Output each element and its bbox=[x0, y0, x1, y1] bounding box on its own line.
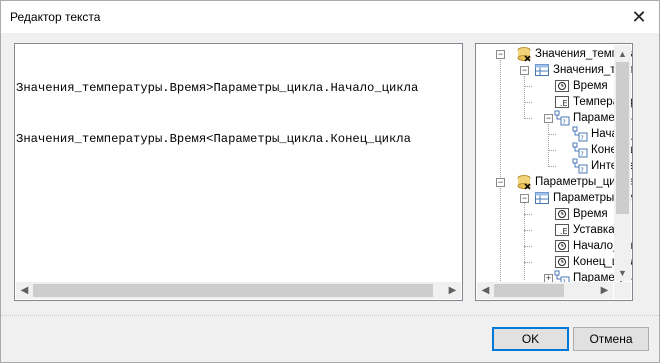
svg-text:.E: .E bbox=[560, 99, 568, 108]
close-icon: ✕ bbox=[631, 6, 647, 27]
close-button[interactable]: ✕ bbox=[629, 7, 649, 27]
scroll-down-icon[interactable]: ▼ bbox=[614, 264, 631, 281]
cancel-button[interactable]: Отмена bbox=[573, 327, 649, 351]
text-editor-dialog: Редактор текста ✕ Значения_температуры.В… bbox=[0, 0, 660, 363]
svg-text:.E: .E bbox=[560, 227, 568, 236]
scroll-left-icon[interactable]: ◀ bbox=[477, 282, 494, 299]
scrollbar-thumb[interactable] bbox=[33, 284, 433, 297]
svg-text:?: ? bbox=[581, 167, 584, 174]
svg-text:?: ? bbox=[563, 119, 566, 126]
title-bar: Редактор текста ✕ bbox=[1, 1, 659, 33]
table-icon bbox=[535, 64, 549, 76]
collapse-icon[interactable]: − bbox=[520, 66, 529, 75]
reference-icon: ? bbox=[572, 142, 588, 158]
field-icon: .E bbox=[555, 224, 569, 236]
ok-button[interactable]: OK bbox=[492, 327, 569, 351]
dialog-title: Редактор текста bbox=[10, 10, 101, 24]
scroll-left-icon[interactable]: ◀ bbox=[16, 282, 33, 299]
clock-icon bbox=[555, 240, 569, 252]
tree-node[interactable]: .E Уставка bbox=[554, 222, 615, 238]
expression-editor[interactable]: Значения_температуры.Время>Параметры_цик… bbox=[14, 43, 463, 301]
editor-line: Значения_температуры.Время<Параметры_цик… bbox=[16, 132, 411, 146]
tree-node-label: Время bbox=[573, 80, 608, 92]
tree-node[interactable]: Время bbox=[554, 206, 608, 222]
scroll-right-icon[interactable]: ▶ bbox=[596, 282, 613, 299]
scrollbar-corner bbox=[614, 282, 631, 299]
collapse-icon[interactable]: − bbox=[496, 178, 505, 187]
tree-horizontal-scrollbar[interactable]: ◀ ▶ bbox=[477, 282, 613, 299]
reference-icon: ? bbox=[572, 126, 588, 142]
reference-icon: ? bbox=[572, 158, 588, 174]
tree-node-label: Время bbox=[573, 208, 608, 220]
scroll-up-icon[interactable]: ▲ bbox=[614, 45, 631, 62]
collapse-icon[interactable]: − bbox=[520, 194, 529, 203]
tree-node-label: Уставка bbox=[573, 224, 615, 236]
footer-divider bbox=[1, 315, 659, 316]
fields-tree[interactable]: − − − − − + Значения_температуры Значени… bbox=[475, 43, 633, 301]
field-icon: .E bbox=[555, 96, 569, 108]
scroll-right-icon[interactable]: ▶ bbox=[444, 282, 461, 299]
clock-icon bbox=[555, 208, 569, 220]
scrollbar-thumb[interactable] bbox=[494, 284, 564, 297]
database-icon bbox=[517, 175, 531, 190]
tree-vertical-scrollbar[interactable]: ▲ ▼ bbox=[614, 45, 631, 281]
editor-horizontal-scrollbar[interactable]: ◀ ▶ bbox=[16, 282, 461, 299]
scrollbar-thumb[interactable] bbox=[616, 62, 629, 214]
editor-content[interactable]: Значения_температуры.Время>Параметры_цик… bbox=[16, 46, 418, 182]
clock-icon bbox=[555, 256, 569, 268]
svg-text:?: ? bbox=[581, 151, 584, 158]
tree-node[interactable]: Время bbox=[554, 78, 608, 94]
clock-icon bbox=[555, 80, 569, 92]
collapse-icon[interactable]: − bbox=[544, 114, 553, 123]
table-icon bbox=[535, 192, 549, 204]
svg-text:?: ? bbox=[581, 135, 584, 142]
reference-icon: ? bbox=[554, 110, 570, 126]
database-icon bbox=[517, 47, 531, 62]
collapse-icon[interactable]: − bbox=[496, 50, 505, 59]
editor-line: Значения_температуры.Время>Параметры_цик… bbox=[16, 81, 419, 95]
